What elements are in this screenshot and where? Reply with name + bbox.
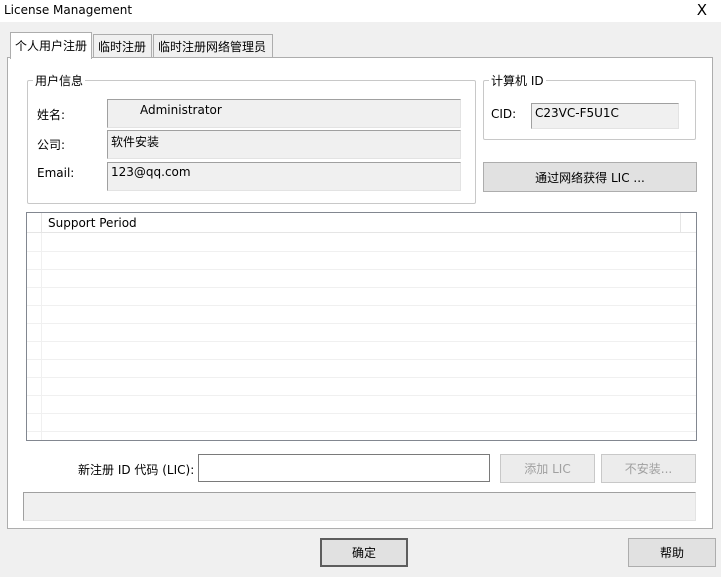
add-lic-button[interactable]: 添加 LIC [500,454,595,483]
list-row-divider [27,377,696,378]
company-label: 公司: [37,138,66,152]
window-title: License Management [4,3,133,17]
list-row-divider [27,341,696,342]
new-lic-label: 新注册 ID 代码 (LIC): [78,463,195,477]
list-row-divider [27,431,696,432]
cid-field: C23VC-F5U1C [531,103,679,129]
tab-temporary-registration[interactable]: 临时注册 [93,34,152,58]
list-row-divider [27,359,696,360]
tab-personal-registration[interactable]: 个人用户注册 [10,32,92,59]
tab-label: 个人用户注册 [15,39,88,53]
close-icon[interactable]: X [697,1,707,19]
support-period-column-header[interactable]: Support Period [41,213,681,233]
list-row-divider [27,251,696,252]
uninstall-button[interactable]: 不安装... [601,454,696,483]
title-bar: License Management X [0,0,721,22]
company-field: 软件安装 [107,130,461,159]
tab-panel: 用户信息 姓名: Administrator 公司: 软件安装 Email: 1… [7,57,713,529]
status-bar [23,492,696,521]
computer-id-group-title: 计算机 ID [489,72,546,89]
list-row-divider [27,413,696,414]
list-row-divider [27,269,696,270]
name-field: Administrator [107,99,461,128]
email-field: 123@qq.com [107,162,461,191]
support-period-list[interactable]: Support Period [26,212,697,441]
email-label: Email: [37,166,75,180]
list-header: Support Period [27,213,696,233]
name-label: 姓名: [37,108,66,122]
get-lic-via-network-button[interactable]: 通过网络获得 LIC ... [483,162,697,192]
list-row-divider [27,287,696,288]
list-column-divider [41,233,42,440]
list-row-divider [27,323,696,324]
tab-temporary-network-admin[interactable]: 临时注册网络管理员 [153,34,273,58]
new-lic-input[interactable] [198,454,490,482]
tab-label: 临时注册 [98,40,147,54]
list-row-divider [27,305,696,306]
help-button[interactable]: 帮助 [628,538,716,567]
list-row-divider [27,395,696,396]
tab-label: 临时注册网络管理员 [158,40,267,54]
ok-button[interactable]: 确定 [320,538,408,567]
cid-label: CID: [491,107,517,121]
user-info-group-title: 用户信息 [33,72,86,89]
